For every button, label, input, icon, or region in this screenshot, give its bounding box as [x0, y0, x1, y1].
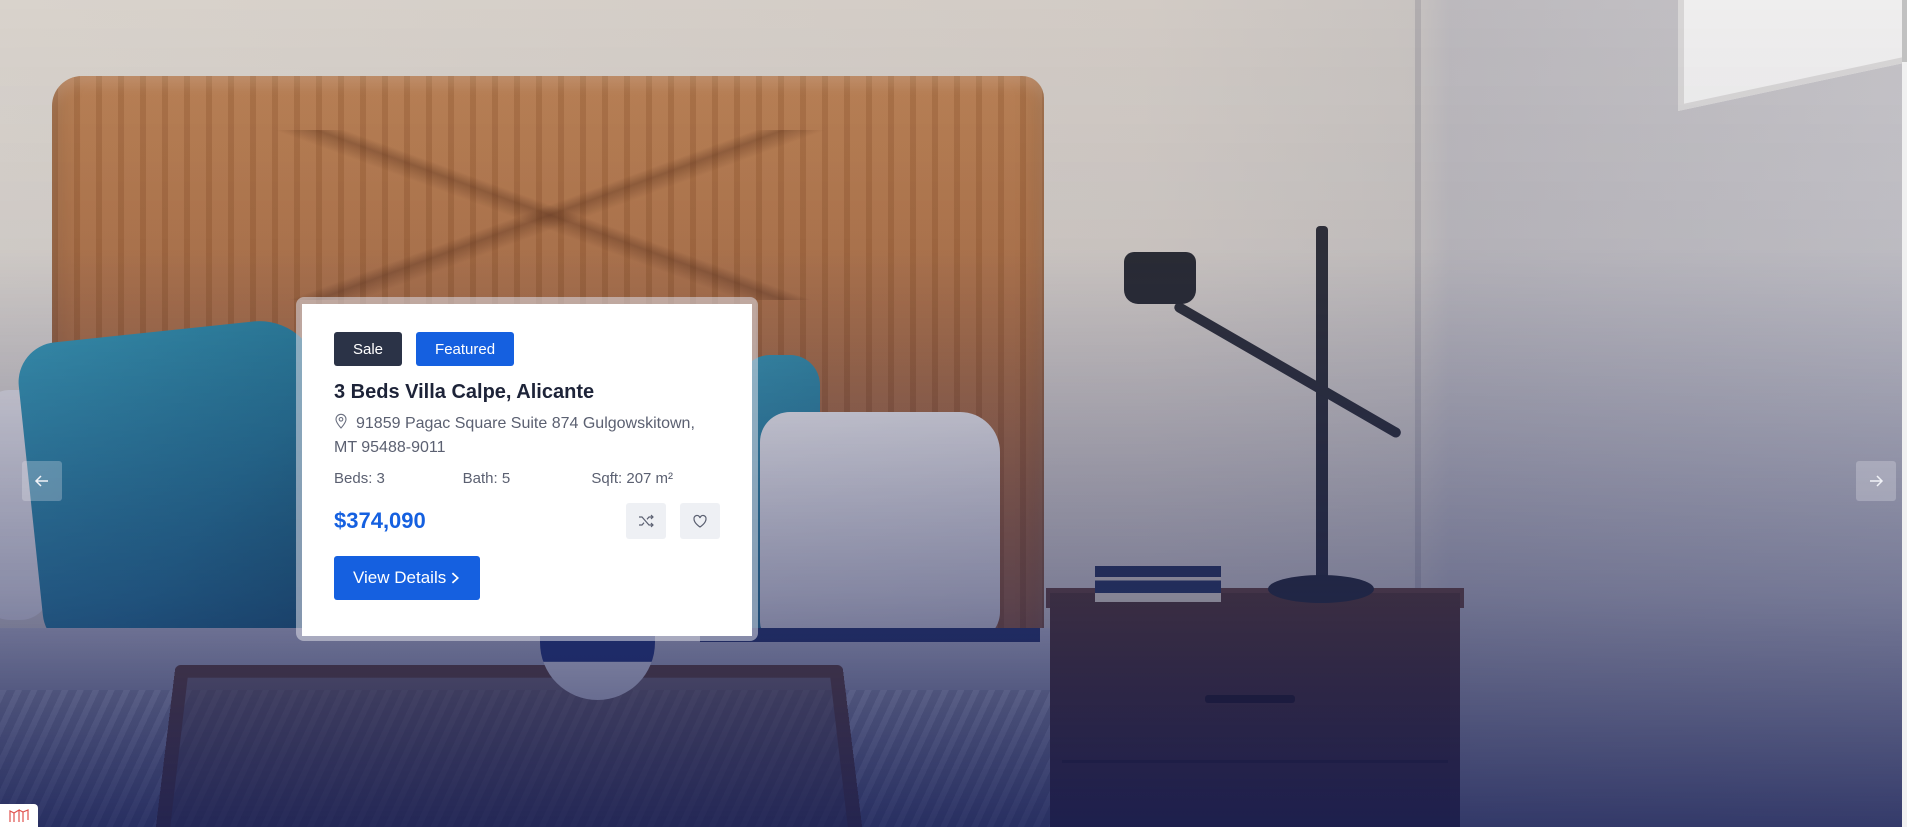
slider-next-button[interactable]	[1856, 461, 1896, 501]
shuffle-icon	[639, 514, 654, 528]
compare-button[interactable]	[626, 503, 666, 539]
property-title[interactable]: 3 Beds Villa Calpe, Alicante	[334, 381, 720, 404]
slider-prev-button[interactable]	[22, 461, 62, 501]
sale-badge[interactable]: Sale	[334, 332, 403, 366]
view-details-label: View Details	[353, 568, 447, 587]
view-details-button[interactable]: View Details	[334, 556, 481, 600]
beds-count: Beds: 3	[334, 470, 385, 487]
featured-badge[interactable]: Featured	[416, 332, 515, 366]
arrow-right-icon	[1870, 475, 1884, 487]
address-text: 91859 Pagac Square Suite 874 Gulgowskito…	[334, 415, 695, 456]
property-card: Sale Featured 3 Beds Villa Calpe, Alican…	[302, 304, 752, 636]
heart-icon	[693, 514, 707, 528]
chevron-right-icon	[452, 572, 460, 584]
property-address: 91859 Pagac Square Suite 874 Gulgowskito…	[334, 412, 720, 460]
brand-logo-icon	[9, 808, 29, 822]
favorite-button[interactable]	[680, 503, 720, 539]
map-pin-icon	[335, 413, 347, 429]
property-specs: Beds: 3 Bath: 5 Sqft: 207 m²	[334, 470, 720, 487]
scrollbar-thumb[interactable]	[1902, 0, 1907, 62]
arrow-left-icon	[34, 475, 48, 487]
hero-slide	[0, 0, 1907, 827]
sqft-area: Sqft: 207 m²	[591, 470, 674, 487]
badge-group: Sale Featured	[334, 332, 720, 366]
page-scrollbar[interactable]	[1902, 0, 1907, 827]
property-price: $374,090	[334, 508, 426, 533]
bath-count: Bath: 5	[462, 470, 511, 487]
brand-logo[interactable]	[0, 804, 38, 827]
